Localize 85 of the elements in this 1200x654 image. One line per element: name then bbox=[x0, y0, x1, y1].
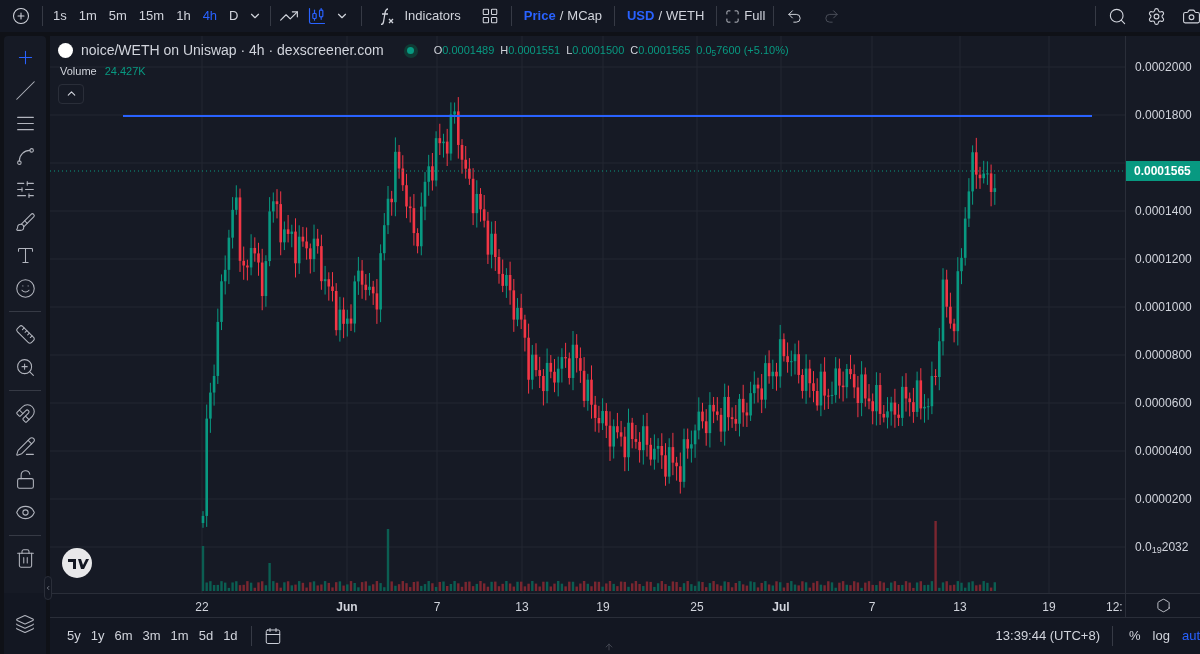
token-logo-icon bbox=[58, 43, 73, 58]
ruler-icon bbox=[14, 324, 36, 345]
ohlc-value: H0.0001551 bbox=[500, 43, 561, 59]
price-tick: 0.0001000 bbox=[1135, 299, 1192, 315]
clock-time: 13:39:44 (UTC+8) bbox=[995, 627, 1100, 646]
search-icon bbox=[1108, 6, 1127, 26]
interval-button[interactable]: D bbox=[223, 2, 245, 30]
ohlc-value: C0.0001565 bbox=[630, 43, 691, 59]
price-tick: 0.0000600 bbox=[1135, 395, 1192, 411]
time-tick: 19 bbox=[596, 599, 610, 616]
pattern-icon bbox=[14, 146, 36, 167]
line-icon bbox=[14, 80, 36, 101]
time-tick: 13 bbox=[515, 599, 529, 616]
price-tick: 0.0000200 bbox=[1135, 491, 1192, 507]
grid-icon bbox=[480, 7, 499, 25]
range-button[interactable]: 6m bbox=[109, 626, 138, 646]
interval-button[interactable]: 1h bbox=[170, 2, 197, 30]
time-tick: 19 bbox=[1042, 599, 1056, 616]
expand-icon bbox=[725, 8, 741, 24]
time-tick: 7 bbox=[433, 599, 441, 616]
magnet-icon bbox=[14, 403, 36, 424]
range-button[interactable]: 5d bbox=[193, 626, 219, 646]
calendar-icon bbox=[263, 627, 282, 645]
interval-button[interactable]: 4h bbox=[196, 2, 224, 30]
separator-slash: / bbox=[658, 7, 663, 26]
time-tick: Jul bbox=[772, 599, 790, 616]
time-tick: Jun bbox=[336, 599, 358, 616]
price-tick: 0.0001400 bbox=[1135, 203, 1192, 219]
chevron-left-icon bbox=[45, 584, 51, 592]
interval-button[interactable]: 5m bbox=[102, 2, 133, 30]
volume-value: 24.427K bbox=[104, 64, 146, 79]
settings-icon bbox=[1147, 6, 1166, 26]
price-tick: 0.0000400 bbox=[1135, 443, 1192, 459]
indicators-button[interactable]: Indicators bbox=[370, 6, 469, 26]
price-tick: 0.0001200 bbox=[1135, 251, 1192, 267]
pencil-icon bbox=[14, 436, 36, 457]
time-tick: 7 bbox=[868, 599, 876, 616]
time-tick: 13 bbox=[953, 599, 967, 616]
brush-icon bbox=[14, 212, 36, 233]
lock-open-icon bbox=[14, 469, 36, 490]
candlestick-icon bbox=[307, 6, 328, 26]
toggle-option[interactable]: MCap bbox=[567, 6, 602, 26]
ohlc-value: L0.0001500 bbox=[566, 43, 625, 59]
percent-toggle[interactable]: % bbox=[1125, 626, 1145, 646]
layers-button[interactable] bbox=[15, 613, 35, 634]
last-price-badge: 0.0001565 bbox=[1126, 161, 1200, 181]
chart-title: noice/WETH on Uniswap · 4h · dexscreener.com bbox=[81, 41, 384, 60]
range-button[interactable]: 1m bbox=[165, 626, 194, 646]
price-tick: 0.0$_{19}$2032 bbox=[1135, 539, 1189, 555]
time-tick: 25 bbox=[690, 599, 704, 616]
arrow-up-icon bbox=[604, 642, 614, 652]
time-tick: 22 bbox=[195, 599, 209, 616]
range-button[interactable]: 1y bbox=[85, 626, 110, 646]
fullscreen-button[interactable]: Full bbox=[717, 6, 774, 26]
separator-slash: / bbox=[559, 7, 564, 26]
layers-icon bbox=[15, 613, 35, 634]
axis-settings-button[interactable] bbox=[1155, 598, 1171, 613]
toggle-option[interactable]: USD bbox=[627, 6, 655, 26]
undo-icon bbox=[786, 7, 804, 25]
sliders-icon bbox=[14, 179, 36, 200]
hexagon-icon bbox=[1155, 598, 1171, 613]
price-change: 0.0$_{5}$7600 (+5.10%) bbox=[696, 43, 789, 59]
interval-button[interactable]: 15m bbox=[132, 2, 171, 30]
plus-circle-icon bbox=[12, 7, 30, 25]
interval-button[interactable]: 1s bbox=[47, 2, 73, 30]
price-tick: 0.0002000 bbox=[1135, 59, 1192, 75]
trash-icon bbox=[14, 548, 36, 569]
toggle-option[interactable]: Price bbox=[523, 6, 556, 26]
collapse-legend-button[interactable] bbox=[58, 83, 84, 104]
range-button[interactable]: 1d bbox=[218, 626, 243, 646]
smile-icon bbox=[14, 278, 36, 299]
log-toggle[interactable]: log bbox=[1144, 626, 1178, 646]
zoom-in-icon bbox=[14, 357, 36, 378]
interval-button[interactable]: 1m bbox=[72, 2, 103, 30]
price-tick: 0.0000800 bbox=[1135, 347, 1192, 363]
range-button[interactable]: 3m bbox=[137, 626, 166, 646]
redo-icon bbox=[823, 7, 841, 25]
toggle-option[interactable]: WETH bbox=[666, 6, 705, 26]
price-tick: 0.0001800 bbox=[1135, 107, 1192, 123]
time-tick: 12: bbox=[1106, 599, 1123, 616]
range-button[interactable]: 5y bbox=[62, 626, 86, 646]
auto-toggle[interactable]: aut bbox=[1177, 626, 1200, 646]
ohlc-value: O0.0001489 bbox=[433, 43, 495, 59]
volume-label: Volume bbox=[60, 64, 97, 79]
logo-icon bbox=[62, 548, 92, 578]
